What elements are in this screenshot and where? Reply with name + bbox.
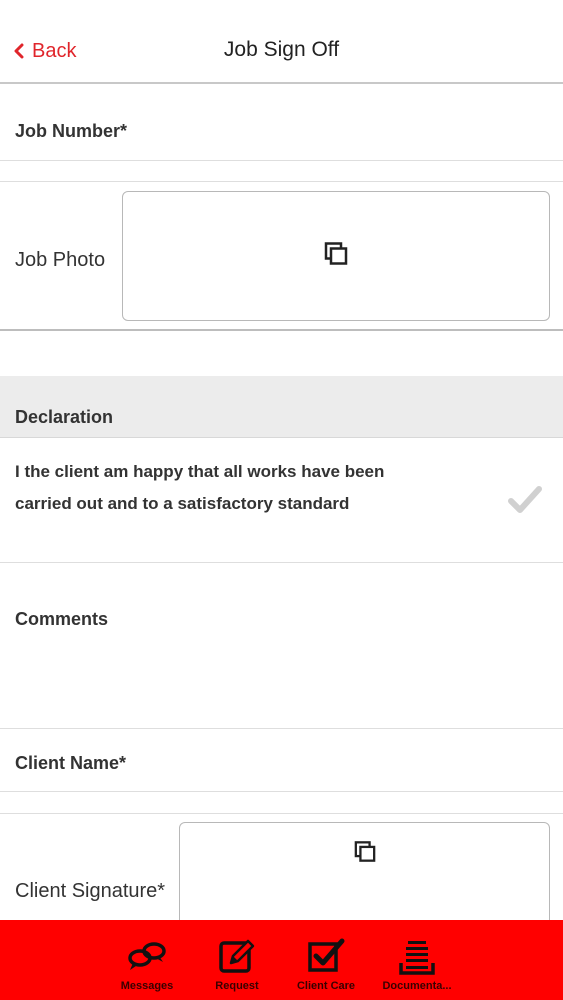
- tab-client-care-label: Client Care: [296, 980, 356, 992]
- declaration-section-header: Declaration: [0, 376, 563, 438]
- declaration-statement: I the client am happy that all works hav…: [15, 462, 385, 513]
- tab-documents[interactable]: Documenta...: [382, 920, 452, 1000]
- client-signature-label: Client Signature*: [15, 880, 166, 902]
- client-name-label: Client Name*: [15, 753, 127, 773]
- messages-icon: [127, 938, 167, 979]
- tab-request[interactable]: Request: [207, 920, 267, 1000]
- declaration-header-label: Declaration: [15, 407, 114, 427]
- job-sign-off-screen: Back Job Sign Off Job Number* Job Photo …: [0, 0, 563, 1000]
- comments-label: Comments: [15, 609, 109, 629]
- request-icon: [218, 938, 256, 981]
- signature-capture-icon: [354, 841, 376, 868]
- checkmark-icon[interactable]: [508, 485, 542, 520]
- job-photo-picker[interactable]: [122, 191, 550, 321]
- job-number-label: Job Number*: [15, 121, 128, 141]
- comments-field[interactable]: Comments: [0, 563, 563, 728]
- divider: [0, 329, 563, 331]
- documents-icon: [398, 938, 436, 981]
- client-name-field[interactable]: Client Name*: [0, 729, 563, 791]
- tab-messages[interactable]: Messages: [117, 920, 177, 1000]
- divider: [0, 791, 563, 792]
- tab-messages-label: Messages: [120, 980, 174, 992]
- job-photo-label: Job Photo: [15, 249, 106, 271]
- bottom-tab-bar: Messages Request Client Care Documenta..…: [0, 920, 563, 1000]
- photo-library-icon: [324, 242, 348, 271]
- job-number-field[interactable]: Job Number*: [0, 86, 563, 160]
- client-care-icon: [307, 938, 345, 979]
- page-title: Job Sign Off: [223, 38, 340, 61]
- divider: [0, 181, 563, 182]
- tab-client-care[interactable]: Client Care: [296, 920, 356, 1000]
- divider: [0, 813, 563, 814]
- divider: [0, 160, 563, 161]
- tab-documents-label: Documenta...: [382, 980, 452, 992]
- navigation-bar: Back Job Sign Off: [0, 0, 563, 84]
- tab-request-label: Request: [215, 980, 259, 992]
